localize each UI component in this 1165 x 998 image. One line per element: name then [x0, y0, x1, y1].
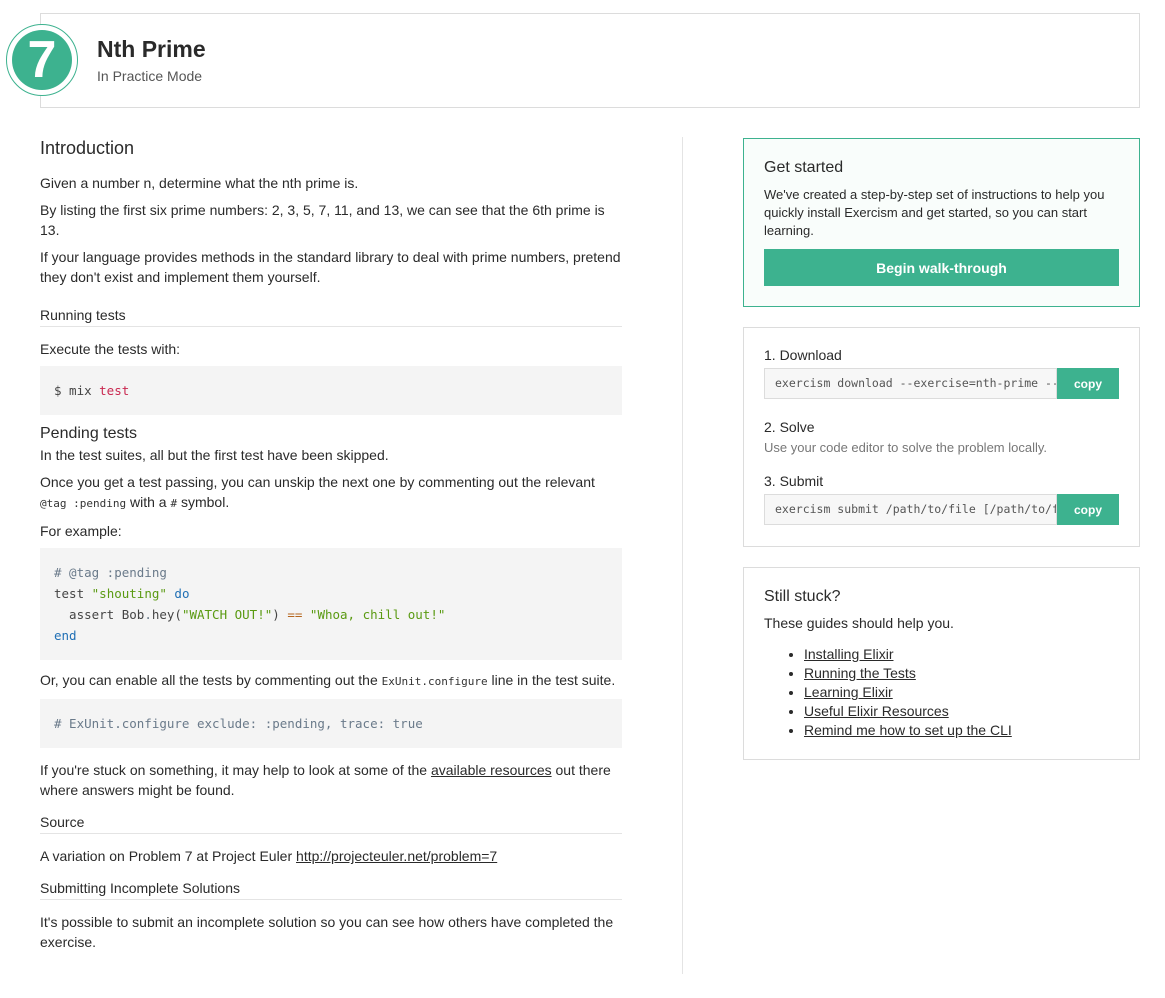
get-started-text: We've created a step-by-step set of inst…: [764, 187, 1105, 238]
solve-step-label: 2. Solve: [764, 419, 815, 435]
guide-link-installing-elixir[interactable]: Installing Elixir: [804, 646, 893, 662]
exercise-number: 7: [12, 30, 72, 90]
page-title: Nth Prime: [97, 36, 206, 62]
begin-walkthrough-button[interactable]: Begin walk-through: [764, 249, 1119, 286]
pending-paragraph: In the test suites, all but the first te…: [40, 447, 389, 463]
project-euler-link[interactable]: http://projecteuler.net/problem=7: [296, 848, 497, 864]
intro-paragraph: If your language provides methods in the…: [40, 249, 621, 285]
get-started-card: Get started We've created a step-by-step…: [743, 138, 1140, 307]
run-command-block: $ mix test: [40, 366, 622, 415]
guide-link-setup-cli[interactable]: Remind me how to set up the CLI: [804, 722, 1012, 738]
intro-heading: Introduction: [40, 138, 135, 158]
copy-download-button[interactable]: copy: [1057, 368, 1119, 399]
source-heading: Source: [40, 814, 622, 834]
resources-paragraph: If you're stuck on something, it may hel…: [40, 762, 611, 798]
available-resources-link[interactable]: available resources: [431, 762, 552, 778]
download-command-field[interactable]: exercism download --exercise=nth-prime -…: [764, 368, 1057, 399]
example-label: For example:: [40, 523, 122, 539]
still-stuck-text: These guides should help you.: [764, 615, 954, 631]
download-command-row: exercism download --exercise=nth-prime -…: [764, 368, 1119, 399]
guide-item: Installing Elixir: [804, 645, 1012, 664]
running-tests-text: Execute the tests with:: [40, 341, 181, 357]
solve-step-text: Use your code editor to solve the proble…: [764, 440, 1048, 455]
still-stuck-card: Still stuck? These guides should help yo…: [743, 567, 1140, 760]
submit-command-row: exercism submit /path/to/file [/path/to/…: [764, 494, 1119, 525]
pending-paragraph: Once you get a test passing, you can uns…: [40, 474, 595, 510]
running-tests-heading: Running tests: [40, 307, 622, 327]
guides-list: Installing Elixir Running the Tests Lear…: [764, 645, 1012, 740]
incomplete-heading: Submitting Incomplete Solutions: [40, 880, 622, 900]
example-code-block: # @tag :pending test "shouting" do asser…: [40, 548, 622, 660]
guide-item: Learning Elixir: [804, 683, 1012, 702]
mode-subtitle: In Practice Mode: [97, 68, 203, 84]
incomplete-text: It's possible to submit an incomplete so…: [40, 914, 614, 950]
still-stuck-heading: Still stuck?: [764, 588, 841, 605]
guide-link-learning-elixir[interactable]: Learning Elixir: [804, 684, 893, 700]
get-started-heading: Get started: [764, 159, 844, 176]
instructions: Introduction Given a number n, determine…: [40, 135, 622, 959]
configure-paragraph: Or, you can enable all the tests by comm…: [40, 672, 616, 688]
intro-paragraph: By listing the first six prime numbers: …: [40, 202, 605, 238]
cli-steps-card: 1. Download exercism download --exercise…: [743, 327, 1140, 547]
download-step-label: 1. Download: [764, 347, 842, 363]
exercise-badge: 7: [6, 24, 78, 96]
guide-item: Remind me how to set up the CLI: [804, 721, 1012, 740]
guide-item: Running the Tests: [804, 664, 1012, 683]
configure-code-block: # ExUnit.configure exclude: :pending, tr…: [40, 699, 622, 748]
guide-link-useful-resources[interactable]: Useful Elixir Resources: [804, 703, 949, 719]
guide-item: Useful Elixir Resources: [804, 702, 1012, 721]
intro-paragraph: Given a number n, determine what the nth…: [40, 175, 359, 191]
submit-command-field[interactable]: exercism submit /path/to/file [/path/to/…: [764, 494, 1057, 525]
pending-tests-heading: Pending tests: [40, 425, 137, 442]
guide-link-running-tests[interactable]: Running the Tests: [804, 665, 916, 681]
source-text: A variation on Problem 7 at Project Eule…: [40, 848, 498, 864]
copy-submit-button[interactable]: copy: [1057, 494, 1119, 525]
column-divider: [682, 137, 683, 974]
submit-step-label: 3. Submit: [764, 473, 824, 489]
